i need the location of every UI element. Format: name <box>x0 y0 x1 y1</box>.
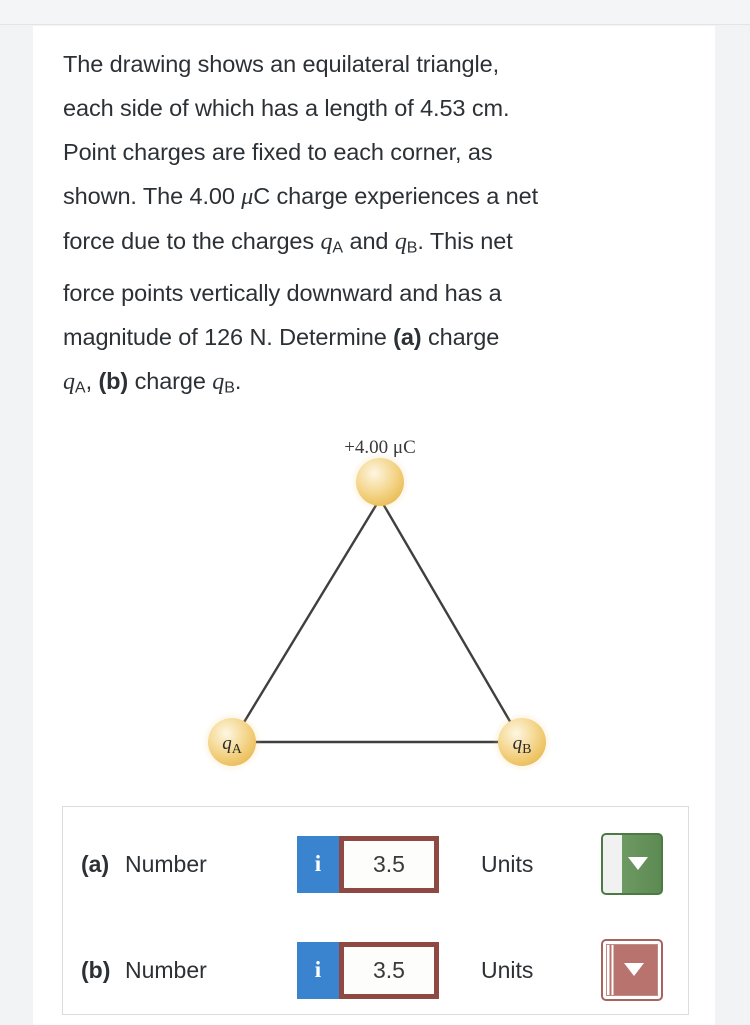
answer-row-b-letter: (b) <box>81 956 111 983</box>
label-part-b: (b) <box>98 367 129 394</box>
label-part-a: (a) <box>393 323 422 350</box>
problem-line-5-mid: and <box>343 228 395 254</box>
problem-line-7-post: charge <box>421 323 500 350</box>
chevron-down-icon <box>628 857 648 870</box>
problem-line-8-comma: , <box>85 367 99 394</box>
problem-line-5-pre: force due to the charges <box>63 228 321 254</box>
answer-row-a: (a) Number i Units <box>63 829 690 899</box>
problem-line-5-post: . This net <box>417 228 513 254</box>
charge-qa-symbol-2: qA <box>63 368 86 397</box>
problem-line-7: magnitude of 126 N. Determine (a) charge <box>63 315 693 359</box>
mu-symbol: μ <box>241 184 254 210</box>
problem-line-7-pre: magnitude of 126 N. Determine <box>63 323 394 350</box>
answer-row-a-letter: (a) <box>81 850 110 877</box>
browser-top-strip <box>0 0 750 25</box>
triangle-charge-diagram: +4.00 μC qA qB <box>150 430 610 780</box>
answer-row-a-number-label: Number <box>125 850 207 877</box>
problem-line-8-mid: charge <box>128 367 213 394</box>
answer-b-units-dropdown-inner <box>606 944 658 996</box>
problem-line-8-period: . <box>234 367 242 394</box>
info-icon[interactable]: i <box>297 835 339 893</box>
answer-b-units-dropdown[interactable] <box>601 939 663 1001</box>
triangle-edges <box>230 501 524 744</box>
answer-row-b: (b) Number i Units <box>63 935 690 1005</box>
answer-row-a-field-group: i <box>297 835 439 893</box>
top-charge-label: +4.00 μC <box>344 437 416 458</box>
answer-b-number-input[interactable] <box>339 941 439 999</box>
problem-line-4-post: C charge experiences a net <box>253 183 539 209</box>
problem-line-4: shown. The 4.00 μC charge experiences a … <box>63 174 693 219</box>
top-charge-node <box>350 452 410 512</box>
problem-line-3: Point charges are fixed to each corner, … <box>63 139 493 165</box>
charge-qb-symbol: qB <box>394 229 418 257</box>
answer-row-a-units-label: Units <box>481 850 534 877</box>
charge-qa-symbol: qA <box>320 229 344 257</box>
answer-row-b-number-label: Number <box>125 956 207 983</box>
answer-a-units-dropdown[interactable] <box>601 833 663 895</box>
problem-line-6: force points vertically downward and has… <box>63 279 502 306</box>
problem-line-1: The drawing shows an equilateral triangl… <box>63 51 500 77</box>
problem-line-8: qA, (b) charge qB. <box>63 359 693 411</box>
answer-a-number-input[interactable] <box>339 835 439 893</box>
problem-line-2: each side of which has a length of 4.53 … <box>63 95 510 121</box>
problem-statement: The drawing shows an equilateral triangl… <box>63 42 693 410</box>
answer-row-b-field-group: i <box>297 941 439 999</box>
charge-qb-symbol-2: qB <box>212 368 235 397</box>
info-icon[interactable]: i <box>297 941 339 999</box>
answer-row-b-units-label: Units <box>481 956 534 983</box>
problem-line-5: force due to the charges qA and qB. This… <box>63 219 693 271</box>
answer-panel: (a) Number i Units (b) Number i Units <box>62 806 689 1015</box>
chevron-down-icon <box>624 963 644 976</box>
problem-line-4-pre: shown. The 4.00 <box>63 183 242 209</box>
